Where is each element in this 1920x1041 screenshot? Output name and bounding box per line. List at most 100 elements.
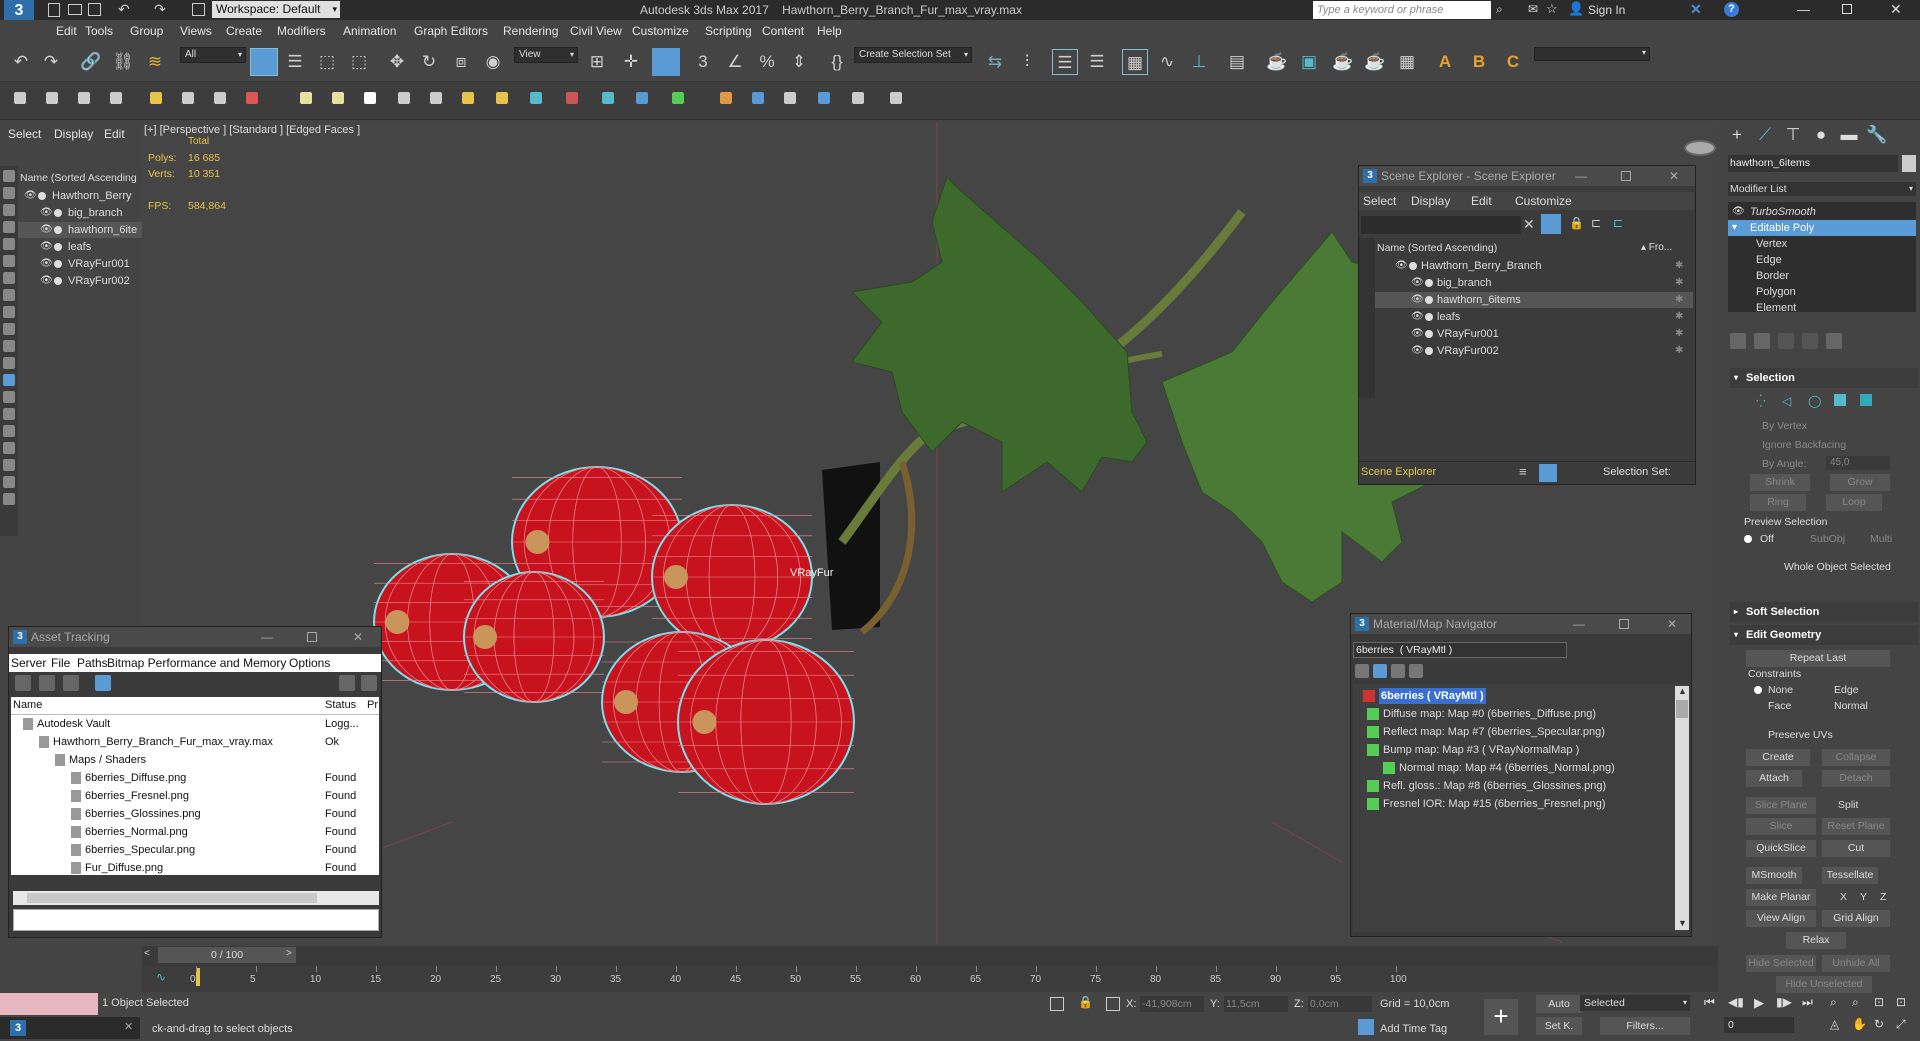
hide-unselected-button[interactable]: Hide Unselected [1776, 976, 1872, 993]
menu-civil-view[interactable]: Civil View [570, 24, 622, 38]
by-angle-checkbox[interactable]: By Angle: [1762, 458, 1806, 470]
left-menu-edit[interactable]: Edit [104, 127, 125, 141]
selection-rollout-header[interactable]: ▾ Selection [1730, 368, 1918, 388]
material-row[interactable]: Bump map: Map #3 ( VRayNormalMap ) [1353, 742, 1673, 758]
tool-icon-12[interactable] [398, 92, 410, 104]
auto-key-button[interactable]: Auto [1536, 995, 1582, 1013]
left-tool-icon-12[interactable] [3, 357, 15, 369]
freeze-icon[interactable]: ✱ [1675, 326, 1683, 342]
close-icon[interactable]: ✕ [124, 1020, 133, 1033]
asset-row[interactable]: Autodesk Vault Logg... [11, 716, 379, 732]
y-coord-field[interactable]: 11,5cm [1224, 996, 1288, 1012]
left-tool-icon-6[interactable] [3, 255, 15, 267]
isolate-icon[interactable] [1050, 997, 1064, 1011]
scene-tree-item[interactable]: 👁 Hawthorn_Berry [18, 188, 142, 204]
tool-icon-17[interactable] [566, 92, 578, 104]
rotate-icon[interactable]: ↻ [416, 49, 442, 75]
element-mode-icon[interactable] [1860, 394, 1872, 406]
menu-group[interactable]: Group [130, 24, 163, 38]
asset-tracking-title[interactable]: Asset Tracking 3 — ✕ [9, 627, 381, 647]
maxscript-listener[interactable] [0, 993, 98, 1015]
freeze-icon[interactable]: ✱ [1675, 258, 1683, 274]
search-input[interactable]: Type a keyword or phrase [1313, 1, 1491, 19]
berry[interactable] [463, 571, 605, 703]
edge-mode-icon[interactable]: ◁ [1782, 394, 1791, 408]
detach-button[interactable]: Detach [1822, 770, 1890, 787]
tool-icon-6[interactable] [182, 92, 194, 104]
asset-row[interactable]: Maps / Shaders [11, 752, 379, 768]
add-key-button[interactable]: + [1484, 999, 1518, 1035]
add-time-tag-icon[interactable] [1358, 1019, 1374, 1035]
close-icon[interactable]: ✕ [1667, 614, 1677, 634]
grow-button[interactable]: Grow [1830, 474, 1890, 491]
motion-tab-icon[interactable]: ● [1808, 122, 1834, 148]
close-icon[interactable]: ✕ [1890, 1, 1902, 18]
time-slider-prev[interactable]: < [144, 948, 150, 959]
at-menu-item[interactable]: Server [11, 654, 46, 672]
utilities-tab-icon[interactable]: 🔧 [1864, 122, 1890, 148]
material-editor-icon[interactable]: ▤ [1224, 49, 1250, 75]
unhide-all-button[interactable]: Unhide All [1822, 955, 1890, 972]
scene-explorer-toggle-icon[interactable]: ☰ [1052, 49, 1078, 75]
tessellate-button[interactable]: Tessellate [1822, 867, 1878, 884]
workspace-dropdown[interactable]: Workspace: Default ▾ [212, 1, 340, 18]
eye-icon[interactable]: 👁 [1395, 258, 1408, 274]
angle-snap-icon[interactable]: ∠ [722, 49, 748, 75]
create-button[interactable]: Create [1746, 749, 1810, 766]
tool-icon-22[interactable] [752, 92, 764, 104]
stack-item[interactable]: Border [1728, 268, 1916, 284]
left-tool-icon-20[interactable] [3, 493, 15, 505]
z-coord-field[interactable]: 0,0cm [1308, 996, 1372, 1012]
display-tab-icon[interactable]: ▬ [1836, 122, 1862, 148]
save-file-icon[interactable] [88, 3, 101, 16]
scene-tree-item[interactable]: 👁 leafs [18, 239, 142, 255]
scroll-thumb[interactable] [27, 893, 317, 903]
by-vertex-checkbox[interactable]: By Vertex [1762, 420, 1807, 432]
freeze-icon[interactable]: ✱ [1675, 292, 1683, 308]
constraint-edge-radio[interactable]: Edge [1834, 684, 1859, 696]
col-name-header[interactable]: Name [13, 699, 42, 711]
constraint-none-radio[interactable] [1754, 686, 1762, 694]
rect-selection-icon[interactable]: ⬚ [314, 49, 340, 75]
left-menu-display[interactable]: Display [54, 127, 93, 141]
tool-icon-19[interactable] [636, 92, 648, 104]
named-selection-dropdown[interactable]: Create Selection Set ▾ [854, 47, 972, 63]
object-name-field[interactable]: hawthorn_6items [1728, 155, 1898, 172]
msmooth-button[interactable]: MSmooth [1746, 867, 1802, 884]
material-row[interactable]: Normal map: Map #4 (6berries_Normal.png) [1353, 760, 1673, 776]
refresh-icon[interactable] [361, 675, 377, 691]
edit-named-sets-icon[interactable]: {} [824, 49, 850, 75]
remove-modifier-icon[interactable] [1802, 333, 1818, 349]
extra-dropdown[interactable]: ▾ [1534, 47, 1650, 61]
asset-row[interactable]: Fur_Diffuse.png Found [11, 860, 379, 876]
server-icon[interactable] [15, 675, 31, 691]
y-button[interactable]: Y [1860, 891, 1867, 903]
track-bar[interactable]: ∿ 0 5 10 15 20 25 30 35 40 45 50 55 60 65 70 75 80 85 90 95… [142, 966, 1718, 992]
eye-icon[interactable]: 👁 [40, 256, 53, 272]
material-row[interactable]: Refl. gloss.: Map #8 (6berries_Glossines… [1353, 778, 1673, 794]
hierarchy-icon[interactable]: ⊏ [1591, 216, 1601, 230]
menu-content[interactable]: Content [762, 24, 804, 38]
z-button[interactable]: Z [1880, 891, 1886, 903]
x-coord-field[interactable]: -41,908cm [1140, 996, 1204, 1012]
clear-search-icon[interactable]: ✕ [1523, 216, 1535, 233]
bind-spacewarp-icon[interactable]: ≋ [142, 49, 168, 75]
snap-icon[interactable]: 3 [690, 49, 716, 75]
reference-coord-dropdown[interactable]: View ▾ [514, 47, 578, 63]
text-b-icon[interactable]: B [1466, 49, 1492, 75]
x-button[interactable]: X [1840, 891, 1847, 903]
tool-icon-8[interactable] [246, 92, 258, 104]
keyboard-shortcut-override-button[interactable] [652, 48, 680, 76]
scene-explorer-footer-label[interactable]: Scene Explorer [1361, 466, 1436, 478]
time-slider-thumb[interactable]: 0 / 100 [158, 947, 296, 963]
freeze-icon[interactable]: ✱ [1675, 343, 1683, 359]
menu-tools[interactable]: Tools [85, 24, 113, 38]
pin-stack-icon[interactable] [1730, 333, 1746, 349]
hierarchy-icon-2[interactable]: ⊏ [1613, 216, 1623, 230]
zoom-extents-icon[interactable]: ⊡ [1874, 995, 1884, 1009]
configure-sets-icon[interactable] [1826, 333, 1842, 349]
se-row[interactable]: 👁 Hawthorn_Berry_Branch ✱ [1375, 258, 1693, 274]
menu-graph-editors[interactable]: Graph Editors [414, 24, 488, 38]
sign-in-button[interactable]: Sign In [1588, 3, 1625, 17]
orbit-icon[interactable]: ↻ [1874, 1017, 1884, 1031]
